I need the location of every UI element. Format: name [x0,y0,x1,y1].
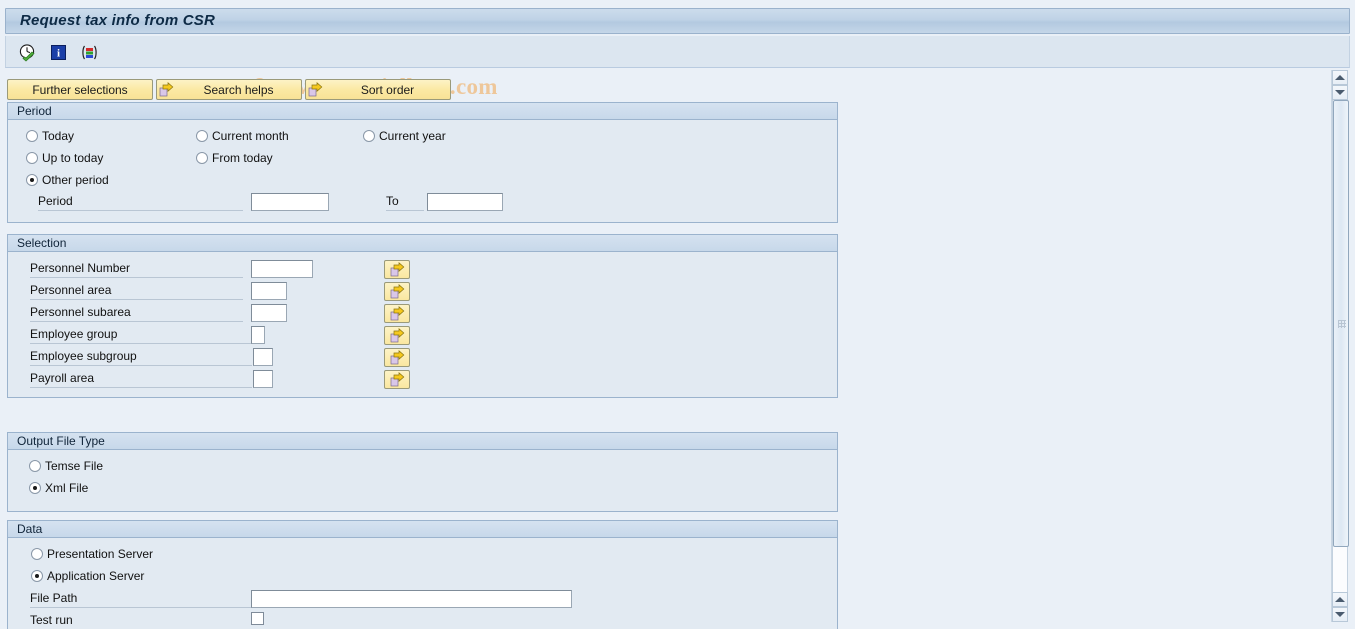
sap-selection-screen: Request tax info from CSR i Further sele… [0,0,1355,629]
search-helps-label: Search helps [203,82,274,97]
radio-today[interactable]: Today [26,129,74,143]
radio-presentation-server[interactable]: Presentation Server [31,547,153,561]
test-run-label: Test run [30,613,73,627]
variants-icon[interactable] [78,41,100,63]
chevron-up-icon [1335,75,1345,80]
employee-subgroup-multi-select-button[interactable] [384,348,410,367]
sort-order-label: Sort order [360,82,415,97]
chevron-down-icon [1335,612,1345,617]
radio-temse-file-indicator [29,460,41,472]
period-panel: Period Today Current month Current year … [7,102,838,223]
radio-today-indicator [26,130,38,142]
svg-text:i: i [56,47,59,59]
radio-up-to-today-label: Up to today [42,151,104,165]
scroll-down-button-bottom[interactable] [1332,607,1348,622]
data-panel: Data Presentation Server Application Ser… [7,520,838,629]
data-panel-title: Data [8,521,837,538]
toolbar-icon-group: i [16,41,100,63]
scrollbar-thumb[interactable] [1333,100,1349,547]
scroll-up-button-top[interactable] [1332,70,1348,85]
radio-other-period-indicator [26,174,38,186]
employee-group-label: Employee group [30,327,251,344]
radio-current-month-indicator [196,130,208,142]
scrollbar-grip-icon [1338,319,1346,328]
further-selections-button[interactable]: Further selections [7,79,153,100]
personnel-subarea-multi-select-button[interactable] [384,304,410,323]
scroll-up-button-bottom[interactable] [1332,592,1348,607]
arrow-right-icon [306,80,325,99]
vertical-scrollbar[interactable] [1331,70,1349,622]
radio-current-year-label: Current year [379,129,446,143]
period-panel-title: Period [8,103,837,120]
radio-application-server-label: Application Server [47,569,145,583]
personnel-number-multi-select-button[interactable] [384,260,410,279]
employee-subgroup-input[interactable] [253,348,273,366]
chevron-up-icon [1335,597,1345,602]
personnel-area-input[interactable] [251,282,287,300]
radio-up-to-today[interactable]: Up to today [26,151,103,165]
output-file-type-panel: Output File Type Temse File Xml File [7,432,838,512]
scrollbar-track[interactable] [1332,100,1349,592]
period-to-input[interactable] [427,193,503,211]
further-selections-label: Further selections [32,82,128,97]
output-file-type-panel-title: Output File Type [8,433,837,450]
radio-current-year[interactable]: Current year [363,129,446,143]
radio-application-server[interactable]: Application Server [31,569,144,583]
sort-order-button[interactable]: Sort order [305,79,451,100]
personnel-subarea-input[interactable] [251,304,287,322]
period-from-input[interactable] [251,193,329,211]
personnel-number-input[interactable] [251,260,313,278]
radio-presentation-server-label: Presentation Server [47,547,154,561]
employee-subgroup-label: Employee subgroup [30,349,252,366]
selection-buttons-row: Further selections Search helps Sort ord… [7,79,451,100]
window-title-bar: Request tax info from CSR [5,8,1350,34]
scroll-down-button-top[interactable] [1332,85,1348,100]
page-title: Request tax info from CSR [20,12,216,29]
period-field-label: Period [38,194,243,211]
radio-from-today-label: From today [212,151,273,165]
personnel-number-label: Personnel Number [30,261,243,278]
radio-current-month-label: Current month [212,129,289,143]
search-helps-button[interactable]: Search helps [156,79,302,100]
payroll-area-multi-select-button[interactable] [384,370,410,389]
file-path-label: File Path [30,591,251,608]
to-field-label: To [386,194,424,211]
radio-current-month[interactable]: Current month [196,129,289,143]
application-toolbar: i © www.tutorialkart.com [5,36,1350,99]
radio-from-today-indicator [196,152,208,164]
info-icon[interactable]: i [47,41,69,63]
radio-xml-file-indicator [29,482,41,494]
radio-up-to-today-indicator [26,152,38,164]
payroll-area-label: Payroll area [30,371,252,388]
radio-presentation-server-indicator [31,548,43,560]
selection-panel-title: Selection [8,235,837,252]
radio-other-period-label: Other period [42,173,109,187]
radio-application-server-indicator [31,570,43,582]
test-run-checkbox[interactable] [251,612,264,625]
arrow-right-icon [157,80,176,99]
execute-clock-icon[interactable] [16,41,38,63]
file-path-input[interactable] [251,590,572,608]
chevron-down-icon [1335,90,1345,95]
radio-xml-file-label: Xml File [45,481,89,495]
radio-xml-file[interactable]: Xml File [29,481,88,495]
radio-from-today[interactable]: From today [196,151,273,165]
personnel-area-label: Personnel area [30,283,243,300]
radio-temse-file-label: Temse File [45,459,104,473]
radio-today-label: Today [42,129,75,143]
radio-current-year-indicator [363,130,375,142]
employee-group-multi-select-button[interactable] [384,326,410,345]
selection-panel: Selection Personnel Number Personnel are… [7,234,838,398]
payroll-area-input[interactable] [253,370,273,388]
personnel-subarea-label: Personnel subarea [30,305,243,322]
radio-temse-file[interactable]: Temse File [29,459,103,473]
employee-group-input[interactable] [251,326,265,344]
personnel-area-multi-select-button[interactable] [384,282,410,301]
radio-other-period[interactable]: Other period [26,173,109,187]
